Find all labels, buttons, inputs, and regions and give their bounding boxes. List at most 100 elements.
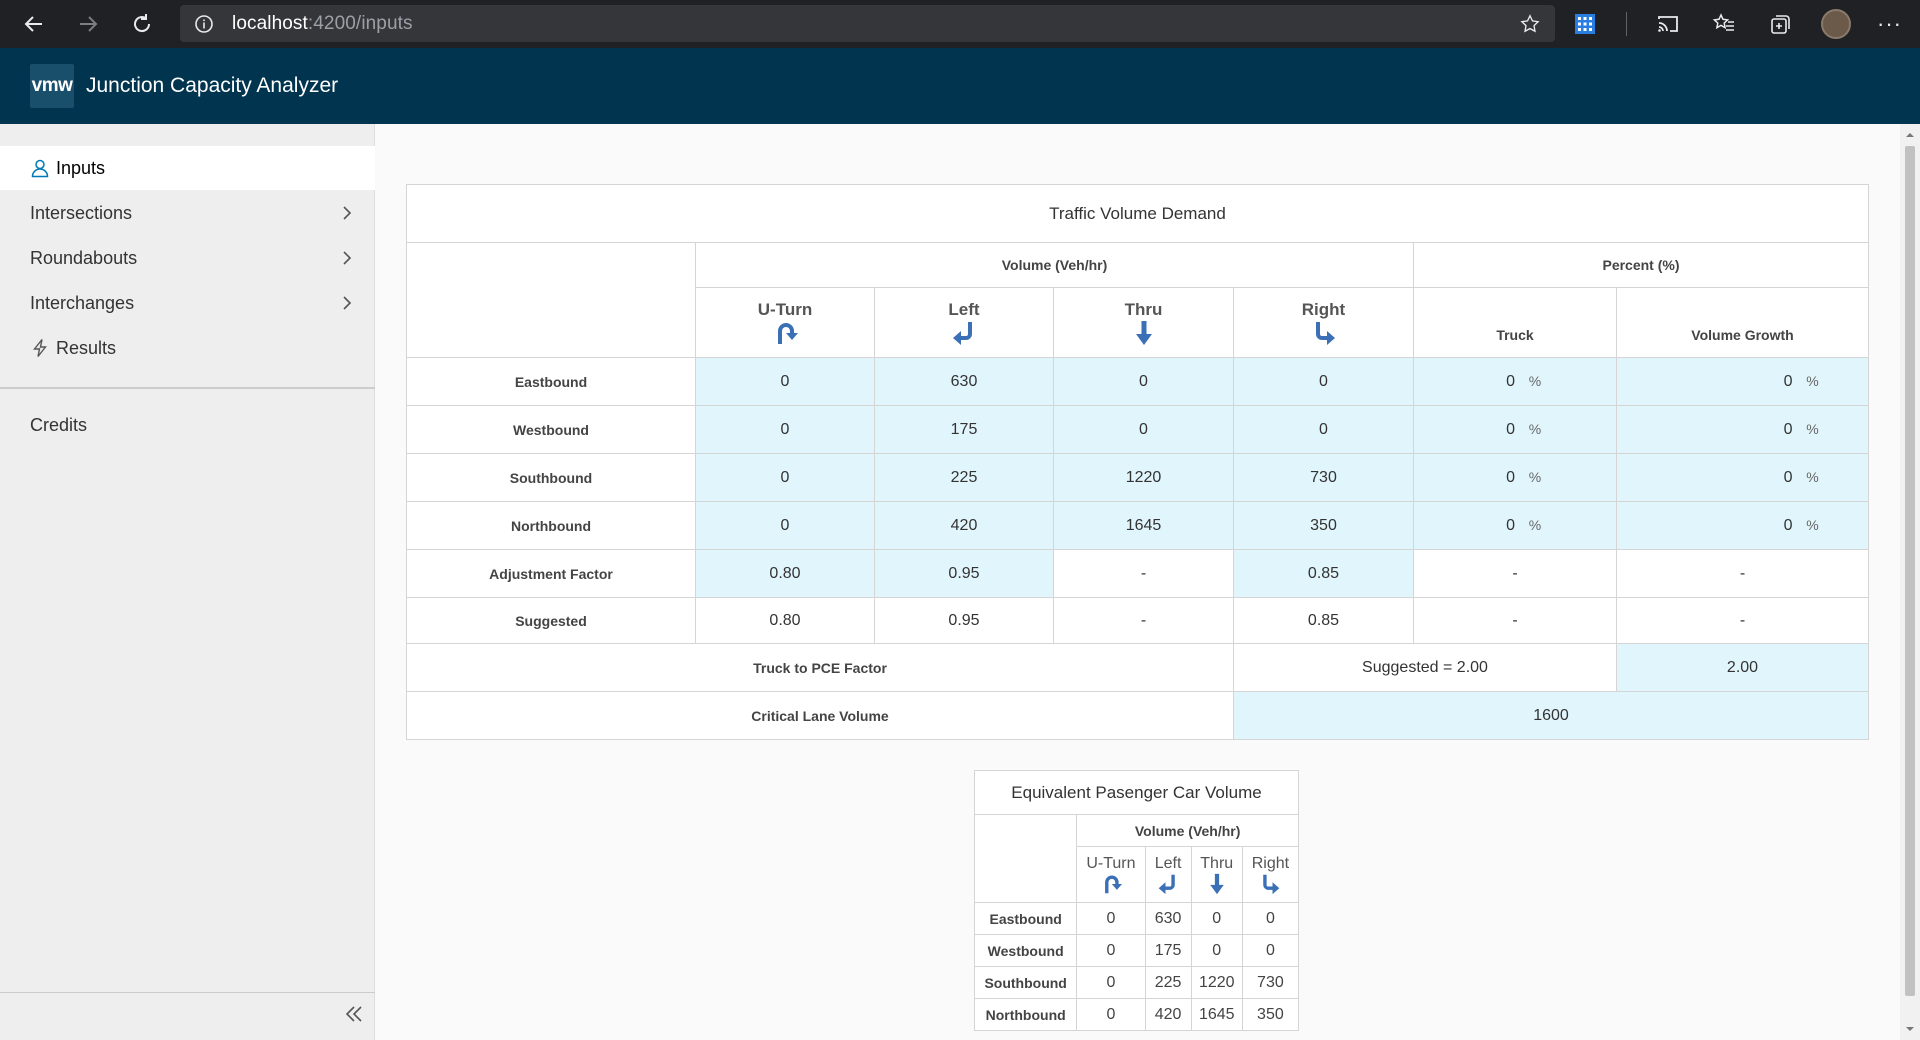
favorites-icon	[1712, 13, 1734, 31]
empty-corner-cell	[973, 814, 1078, 903]
truck-percent-input[interactable]: 0%	[1413, 357, 1617, 406]
profile-avatar[interactable]	[1821, 9, 1851, 39]
truck-percent-value: 0	[1506, 468, 1515, 486]
volume-input[interactable]: 630	[874, 357, 1054, 406]
sidebar-divider	[0, 387, 375, 389]
back-button[interactable]	[16, 6, 52, 42]
critical-lane-volume-input[interactable]: 1600	[1233, 691, 1869, 740]
volume-input[interactable]: 1645	[1053, 501, 1234, 550]
growth-percent-value: 0	[1783, 420, 1793, 438]
apps-grid-button[interactable]	[1570, 9, 1600, 39]
growth-percent-value: 0	[1783, 372, 1793, 390]
left-header: Left	[1144, 846, 1192, 903]
address-bar[interactable]: localhost:4200/inputs	[180, 5, 1555, 42]
collections-button[interactable]	[1765, 9, 1795, 39]
growth-percent-input[interactable]: 0%	[1616, 405, 1869, 454]
adjustment-input[interactable]: 0.80	[695, 549, 875, 598]
chevron-right-icon	[343, 296, 352, 310]
volume-input[interactable]: 1220	[1053, 453, 1234, 502]
thru-header: Thru	[1190, 846, 1243, 903]
thru-label: Thru	[1200, 854, 1234, 872]
volume-input[interactable]: 0	[1233, 405, 1414, 454]
volume-input[interactable]: 175	[874, 405, 1054, 454]
chevron-right-icon	[343, 206, 352, 220]
percent-sign: %	[1806, 468, 1819, 485]
scroll-thumb[interactable]	[1905, 146, 1915, 996]
volume-input[interactable]: 0	[695, 405, 875, 454]
vertical-scrollbar[interactable]	[1900, 124, 1920, 1040]
apps-grid-icon	[1575, 14, 1595, 34]
bookmark-star-icon[interactable]	[1519, 13, 1541, 35]
scroll-down-arrow-icon[interactable]	[1905, 1024, 1915, 1034]
table-cell: 0	[1076, 998, 1146, 1031]
table-row: Westbound 0 175 0 0	[973, 934, 1300, 967]
percent-sign: %	[1528, 516, 1542, 533]
truck-percent-input[interactable]: 0%	[1413, 405, 1617, 454]
volume-input[interactable]: 0	[1233, 357, 1414, 406]
sidebar-item-results[interactable]: Results	[0, 326, 375, 370]
uturn-label: U-Turn	[757, 299, 813, 319]
sidebar-item-interchanges[interactable]: Interchanges	[0, 281, 375, 325]
table-cell: 0	[1076, 902, 1146, 935]
volume-input[interactable]: 0	[1053, 357, 1234, 406]
sidebar-item-roundabouts[interactable]: Roundabouts	[0, 236, 375, 280]
uturn-header: U-Turn	[695, 287, 875, 358]
table-cell: 0	[1076, 934, 1146, 967]
right-header: Right	[1241, 846, 1300, 903]
percent-sign: %	[1528, 372, 1542, 389]
sidebar-item-credits[interactable]: Credits	[0, 403, 375, 447]
volume-input[interactable]: 0	[695, 501, 875, 550]
growth-header: Volume Growth	[1616, 287, 1869, 358]
thru-header: Thru	[1053, 287, 1234, 358]
volume-input[interactable]: 225	[874, 453, 1054, 502]
forward-button[interactable]	[70, 6, 106, 42]
growth-percent-input[interactable]: 0%	[1616, 357, 1869, 406]
percent-sign: %	[1806, 516, 1819, 533]
volume-input[interactable]: 420	[874, 501, 1054, 550]
traffic-volume-demand-table: Traffic Volume Demand Volume (Veh/hr) Pe…	[406, 184, 1869, 740]
volume-input[interactable]: 0	[695, 453, 875, 502]
sidebar-item-intersections[interactable]: Intersections	[0, 191, 375, 235]
more-menu-icon[interactable]: ···	[1877, 11, 1902, 37]
left-turn-arrow-icon	[953, 321, 972, 345]
sidebar: Inputs Intersections Roundabouts Interch…	[0, 124, 375, 1040]
reload-icon	[134, 14, 151, 33]
thru-arrow-icon	[1209, 873, 1224, 894]
volume-input[interactable]: 0	[1053, 405, 1234, 454]
adjustment-value: -	[1053, 549, 1234, 598]
table-cell: 630	[1144, 902, 1192, 935]
uturn-arrow-icon	[1104, 875, 1122, 893]
suggested-value: 0.85	[1233, 597, 1414, 644]
truck-percent-input[interactable]: 0%	[1413, 501, 1617, 550]
sidebar-item-label: Inputs	[56, 157, 106, 178]
table-cell: 0	[1076, 966, 1146, 999]
volume-input[interactable]: 0	[695, 357, 875, 406]
info-icon[interactable]	[194, 14, 214, 34]
volume-input[interactable]: 350	[1233, 501, 1414, 550]
sidebar-item-label: Results	[56, 337, 117, 358]
growth-percent-input[interactable]: 0%	[1616, 453, 1869, 502]
pce-factor-input[interactable]: 2.00	[1616, 643, 1869, 692]
cast-icon	[1658, 16, 1678, 32]
left-turn-arrow-icon	[1158, 874, 1175, 894]
double-chevron-left-icon[interactable]	[342, 1002, 366, 1026]
favorites-button[interactable]	[1709, 9, 1739, 39]
sidebar-item-label: Interchanges	[30, 292, 135, 313]
truck-percent-input[interactable]: 0%	[1413, 453, 1617, 502]
reload-button[interactable]	[124, 6, 160, 42]
volume-input[interactable]: 730	[1233, 453, 1414, 502]
suggested-value: -	[1053, 597, 1234, 644]
row-label: Truck to PCE Factor	[406, 643, 1234, 692]
adjustment-input[interactable]: 0.95	[874, 549, 1054, 598]
table-cell: 225	[1144, 966, 1192, 999]
adjustment-value: -	[1413, 549, 1617, 598]
row-label: Southbound	[973, 966, 1078, 999]
sidebar-item-inputs[interactable]: Inputs	[0, 146, 375, 190]
scroll-up-arrow-icon[interactable]	[1905, 130, 1915, 140]
table-row: Northbound 0 420 1645 350	[973, 998, 1300, 1031]
adjustment-input[interactable]: 0.85	[1233, 549, 1414, 598]
growth-percent-input[interactable]: 0%	[1616, 501, 1869, 550]
cast-button[interactable]	[1653, 9, 1683, 39]
row-label: Eastbound	[406, 357, 696, 406]
table-row: Southbound 0 225 1220 730 0% 0%	[406, 453, 1869, 502]
